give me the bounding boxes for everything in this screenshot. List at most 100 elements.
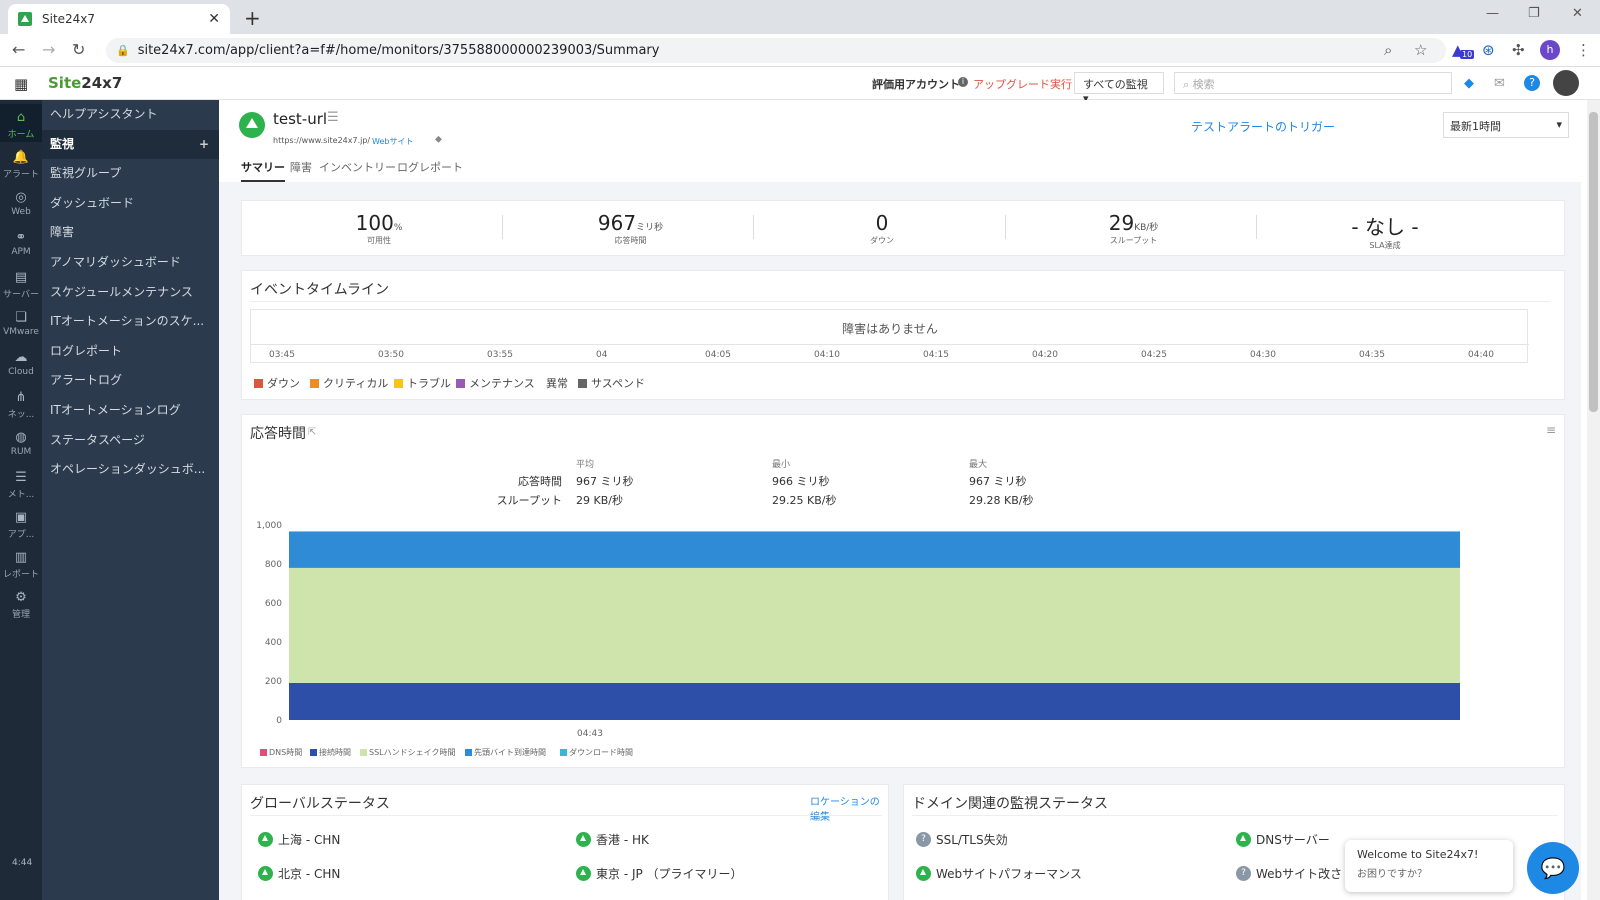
domain-status-item[interactable]: ? Webサイト改さ — [1236, 865, 1342, 882]
help-icon[interactable]: ? — [1524, 75, 1540, 91]
all-monitors-dropdown[interactable]: すべての監視 ▾ — [1074, 72, 1164, 105]
subnav-item[interactable]: スケジュールメンテナンス — [42, 278, 219, 307]
restore-icon[interactable]: ❐ — [1528, 6, 1540, 21]
subnav-item[interactable]: 監視 + — [42, 129, 219, 159]
throughput-max: 29.28 KB/秒 — [969, 494, 1034, 507]
rail-item-network[interactable]: ⋔ ネッ... — [0, 384, 42, 422]
external-link-icon[interactable]: ⇱ — [308, 427, 316, 438]
domain-status-item[interactable]: Webサイトパフォーマンス — [916, 865, 1082, 882]
subnav-item[interactable]: 障害 — [42, 218, 219, 247]
zoom-icon[interactable]: ⌕ — [1384, 41, 1392, 59]
browser-tab[interactable]: Site24x7 ✕ — [8, 4, 230, 34]
subnav-item[interactable]: 監視グループ — [42, 159, 219, 188]
minimize-icon[interactable]: — — [1486, 6, 1499, 21]
rail-item-rum[interactable]: ◍ RUM — [0, 424, 42, 462]
monitor-url[interactable]: https://www.site24x7.jp/ — [273, 136, 370, 145]
timeline-legend-item[interactable]: ダウン — [254, 375, 300, 391]
notification-icon[interactable]: ◆ — [1464, 76, 1474, 91]
timeline-legend-item[interactable]: 異常 — [546, 375, 568, 391]
main-scrollbar[interactable] — [1587, 100, 1600, 900]
subnav-item[interactable]: ログレポート — [42, 337, 219, 366]
monitor-header: test-url ☰ https://www.site24x7.jp/ Webサ… — [219, 100, 1581, 182]
rail-item-home[interactable]: ⌂ ホーム — [0, 104, 42, 142]
rail-item-binoculars[interactable]: ⚭ APM — [0, 224, 42, 262]
timeline-legend-item[interactable]: メンテナンス — [456, 375, 535, 391]
domain-status-item[interactable]: DNSサーバー — [1236, 831, 1330, 848]
chart-legend-item[interactable]: ダウンロード時間 — [560, 747, 633, 758]
stat-label: スループット — [1109, 236, 1158, 245]
location-item[interactable]: 香港 - HK — [576, 831, 649, 848]
rail-item-globe[interactable]: ◎ Web — [0, 184, 42, 222]
back-icon[interactable]: ← — [12, 40, 25, 59]
close-window-icon[interactable]: ✕ — [1572, 6, 1583, 21]
location-item[interactable]: 北京 - CHN — [258, 865, 340, 882]
timeline-legend-item[interactable]: クリティカル — [310, 375, 388, 391]
chat-launcher-icon[interactable]: 💬 — [1527, 842, 1579, 894]
chart-legend-item[interactable]: SSLハンドシェイク時間 — [360, 747, 455, 758]
add-monitor-icon[interactable]: + — [199, 130, 209, 159]
new-tab-icon[interactable]: + — [244, 6, 261, 30]
location-item[interactable]: 上海 - CHN — [258, 831, 340, 848]
rail-item-cloud[interactable]: ☁ Cloud — [0, 344, 42, 382]
tab-inventory[interactable]: インベントリー — [319, 159, 396, 175]
search-input[interactable]: ⌕ 検索 — [1174, 72, 1452, 94]
rail-item-apps[interactable]: ▣ アプ... — [0, 504, 42, 542]
rail-item-server[interactable]: ▤ サーバー — [0, 264, 42, 302]
area-1[interactable] — [289, 682, 1460, 720]
legend-swatch — [465, 749, 472, 756]
subnav-item[interactable]: ダッシュボード — [42, 189, 219, 218]
tab-log-report[interactable]: ログレポート — [397, 159, 463, 175]
timeline-title: イベントタイムライン — [250, 282, 390, 298]
browser-menu-icon[interactable]: ⋮ — [1576, 41, 1591, 59]
subnav-item[interactable]: ヘルプアシスタント — [42, 100, 219, 129]
subnav-item[interactable]: オペレーションダッシュボ... — [42, 455, 219, 484]
url-field[interactable]: 🔒 site24x7.com/app/client?a=f#/home/moni… — [106, 38, 1446, 63]
upgrade-link[interactable]: アップグレード実行 — [973, 76, 1072, 92]
rail-item-vmware[interactable]: ❏ VMware — [0, 304, 42, 342]
close-tab-icon[interactable]: ✕ — [208, 11, 220, 27]
subnav-item[interactable]: ステータスページ — [42, 426, 219, 455]
rail-item-label: ホーム — [7, 130, 35, 140]
edit-locations-link[interactable]: ロケーションの編集 — [810, 793, 888, 823]
rail-item-metrics[interactable]: ☰ メト... — [0, 464, 42, 502]
app-grid-icon[interactable]: ▦ — [14, 75, 28, 93]
rail-item-gear[interactable]: ⚙ 管理 — [0, 584, 42, 622]
subnav-item[interactable]: ITオートメーションログ — [42, 396, 219, 425]
chart-legend-item[interactable]: 接続時間 — [310, 747, 351, 758]
chat-welcome-bubble[interactable]: Welcome to Site24x7! お困りですか？ — [1345, 840, 1513, 892]
subnav-item[interactable]: アノマリダッシュボード — [42, 248, 219, 277]
reload-icon[interactable]: ↻ — [72, 40, 85, 59]
timeline-legend-item[interactable]: トラブル — [394, 375, 451, 391]
bookmark-star-icon[interactable]: ☆ — [1414, 41, 1427, 59]
message-icon[interactable]: ✉ — [1494, 76, 1505, 91]
hamburger-menu-icon[interactable]: ☰ — [327, 110, 339, 125]
location-item[interactable]: 東京 - JP （プライマリー） — [576, 865, 743, 882]
user-avatar[interactable] — [1553, 70, 1579, 96]
tag-icon[interactable]: ⬥ — [435, 134, 442, 145]
site24x7-logo[interactable]: Site24x7 — [48, 74, 122, 92]
subnav-item[interactable]: ITオートメーションのスケ... — [42, 307, 219, 336]
area-2[interactable] — [289, 567, 1460, 683]
legend-swatch — [360, 749, 367, 756]
info-icon[interactable]: i — [958, 77, 968, 87]
forward-icon[interactable]: → — [42, 40, 55, 59]
rail-item-report[interactable]: ▥ レポート — [0, 544, 42, 582]
stat-value: 100 — [355, 211, 394, 235]
chart-legend-item[interactable]: 先頭バイト到達時間 — [465, 747, 546, 758]
subnav-item[interactable]: アラートログ — [42, 366, 219, 395]
test-alert-trigger-link[interactable]: テストアラートのトリガー — [1191, 118, 1335, 135]
chart-legend-item[interactable]: DNS時間 — [260, 747, 302, 758]
chart-menu-icon[interactable]: ≡ — [1546, 423, 1556, 437]
domain-status-item[interactable]: ? SSL/TLS失効 — [916, 831, 1008, 848]
area-3[interactable] — [289, 531, 1460, 568]
monitor-type[interactable]: Webサイト — [372, 136, 413, 147]
timeline-legend-item[interactable]: サスペンド — [578, 375, 645, 391]
tab-outages[interactable]: 障害 — [290, 159, 312, 175]
timeline-tick: 04:10 — [814, 350, 840, 360]
profile-avatar[interactable]: h — [1540, 40, 1560, 60]
extension-2-icon[interactable]: ⊛ — [1482, 41, 1495, 59]
rail-item-bell[interactable]: 🔔 アラート — [0, 144, 42, 182]
tab-summary[interactable]: サマリー — [241, 159, 285, 182]
extensions-puzzle-icon[interactable]: ✣ — [1512, 41, 1525, 59]
period-dropdown[interactable]: 最新1時間 ▾ — [1443, 112, 1569, 138]
